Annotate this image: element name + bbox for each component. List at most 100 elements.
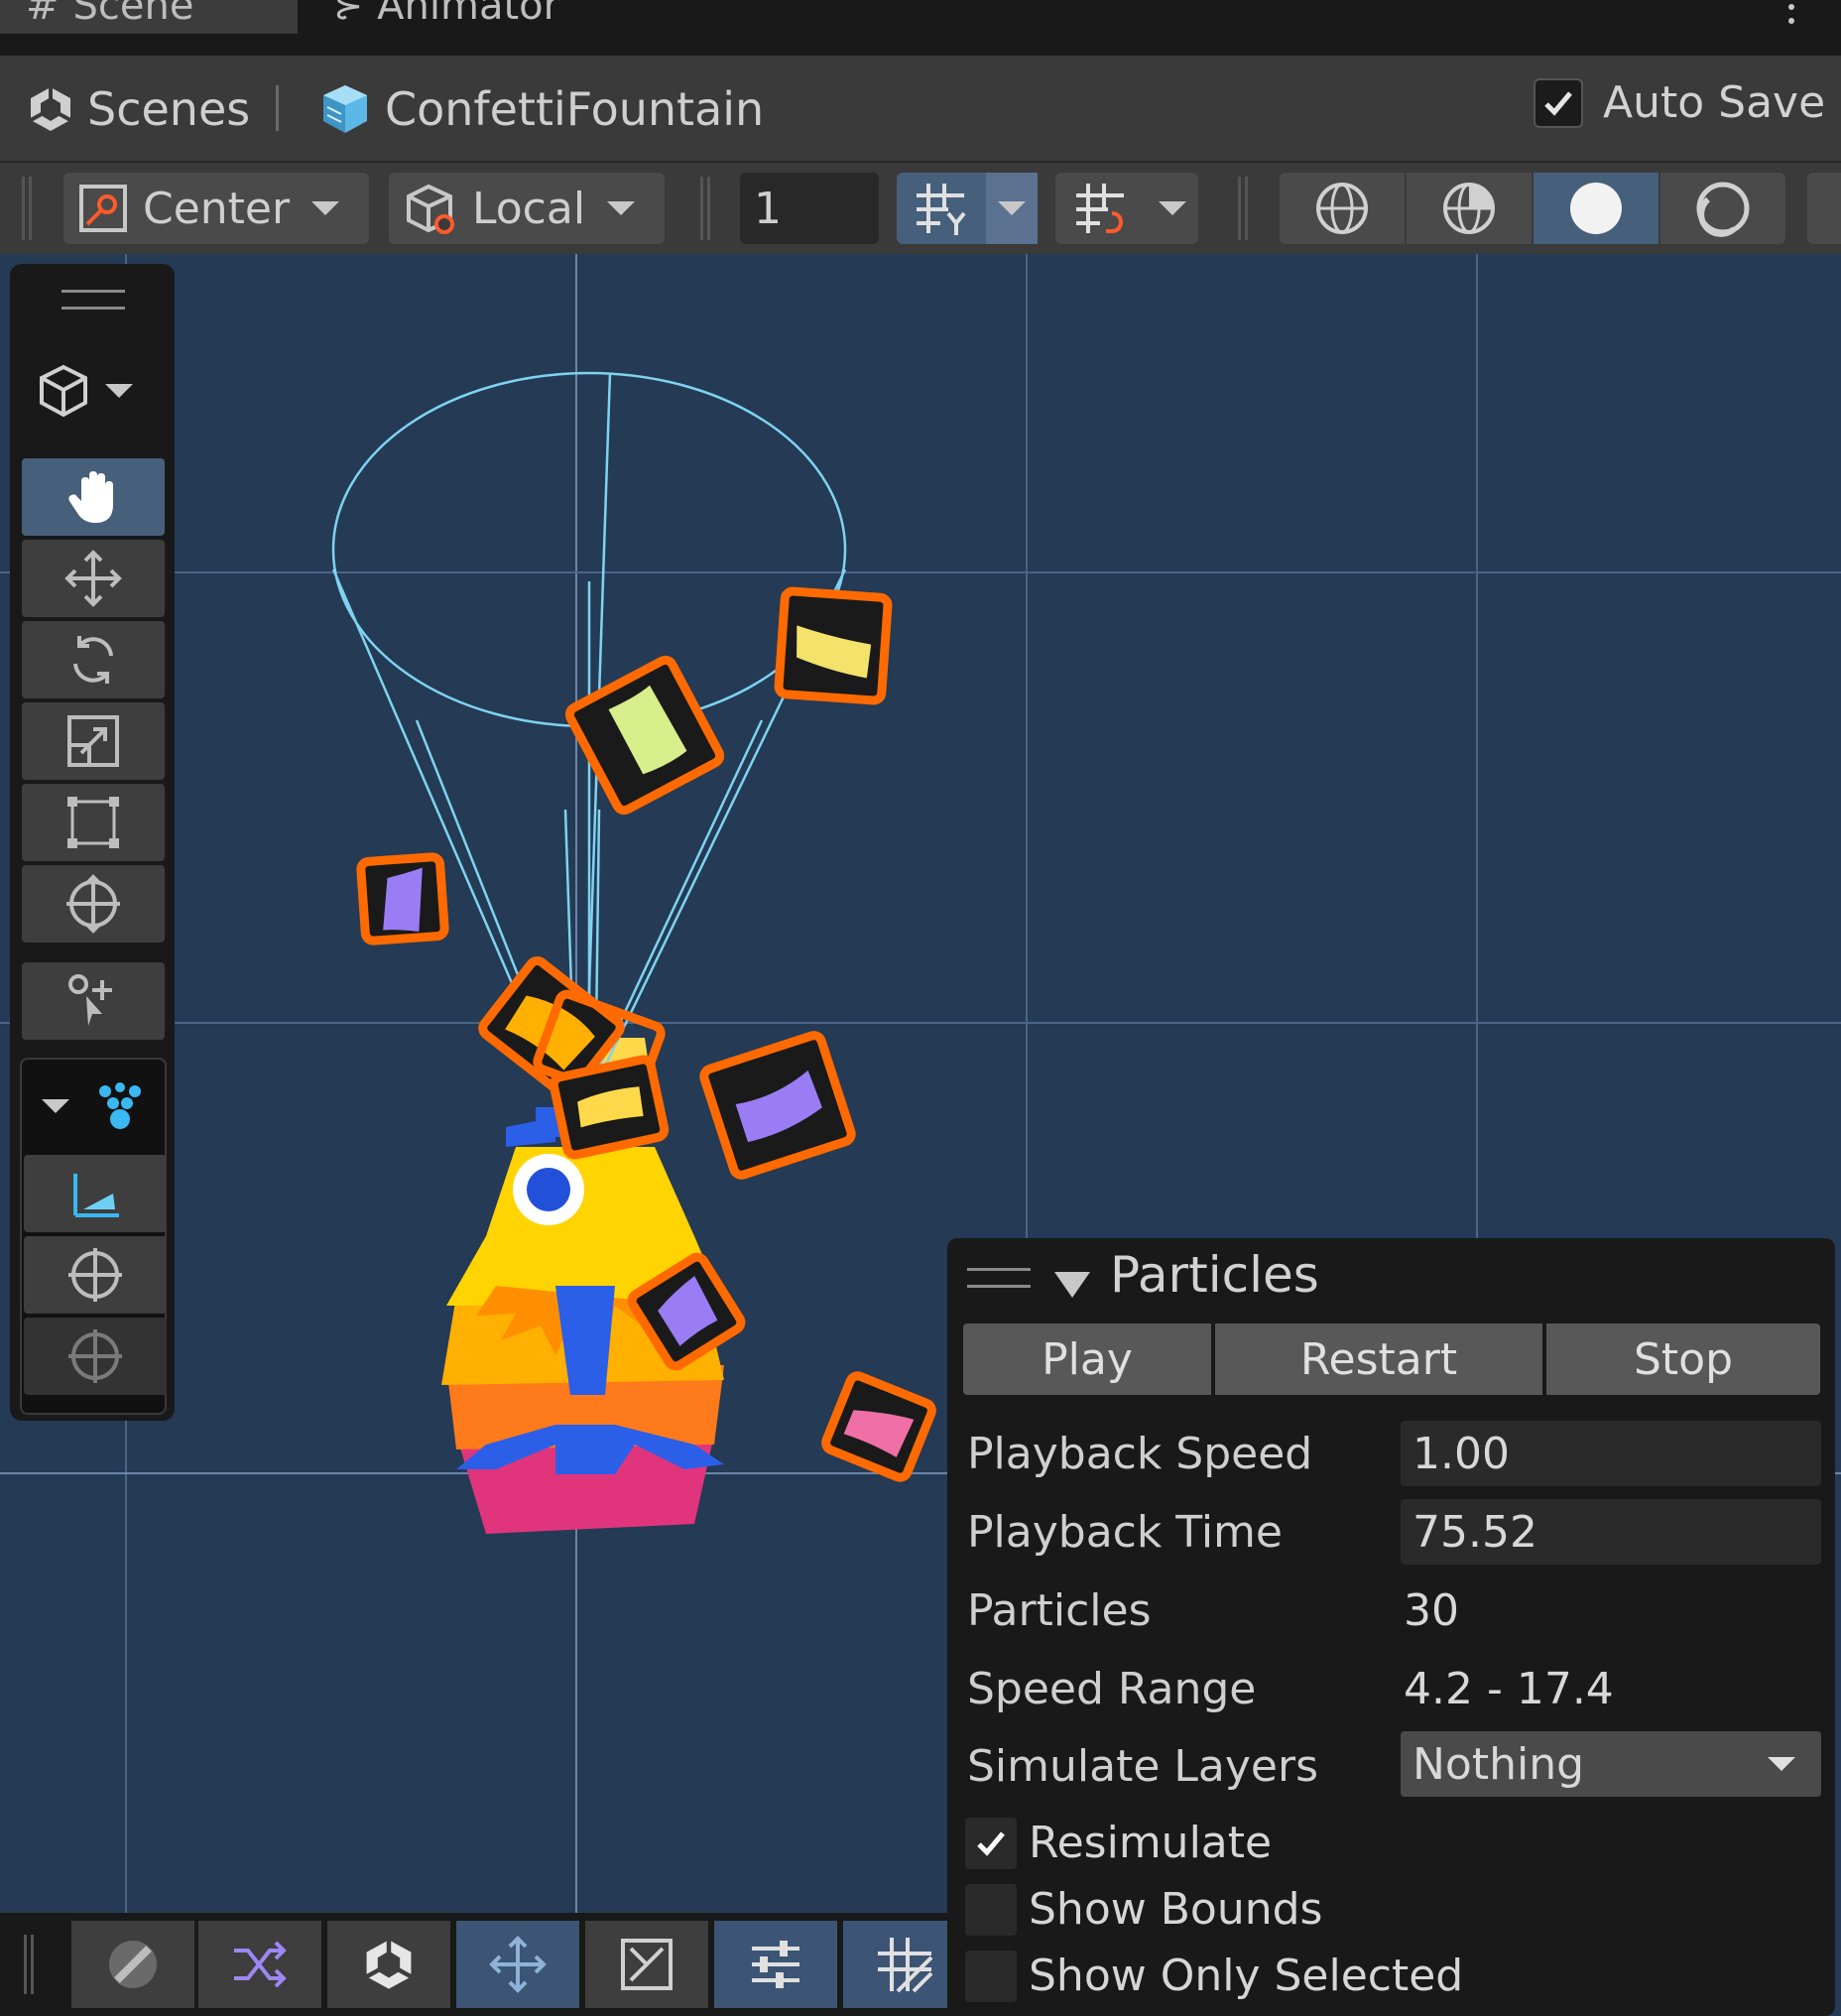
transform-icon bbox=[66, 874, 120, 934]
shuffle-button[interactable] bbox=[198, 1921, 321, 2008]
grid-icon bbox=[878, 1938, 933, 1993]
shading-unlit-button[interactable] bbox=[1660, 173, 1785, 244]
show-bounds-label: Show Bounds bbox=[1029, 1883, 1323, 1935]
grid-snap-icon bbox=[1055, 173, 1147, 244]
animator-icon: ⊱ bbox=[333, 0, 364, 27]
rect-tool-button[interactable] bbox=[22, 784, 165, 861]
stop-button-label: Stop bbox=[1633, 1333, 1734, 1385]
restart-button[interactable]: Restart bbox=[1215, 1323, 1542, 1395]
playback-time-label: Playback Time bbox=[967, 1506, 1283, 1558]
grid-snapping-button[interactable] bbox=[1055, 173, 1198, 244]
tab-animator-label: Animator bbox=[377, 0, 560, 29]
chevron-down-icon bbox=[607, 201, 636, 215]
grid-dropdown-toggle[interactable] bbox=[986, 173, 1038, 244]
shading-shaded-button[interactable] bbox=[1534, 173, 1658, 244]
tool-context-dropdown[interactable] bbox=[36, 363, 133, 419]
tab-animator[interactable]: ⊱ Animator bbox=[307, 0, 625, 34]
show-only-selected-label: Show Only Selected bbox=[1029, 1950, 1464, 2001]
speed-range-value: 4.2 - 17.4 bbox=[1404, 1663, 1614, 1714]
grid-size-field[interactable]: 1 bbox=[740, 173, 879, 244]
chevron-down-icon bbox=[42, 1099, 69, 1113]
move-arrows-icon bbox=[64, 550, 122, 607]
transform-icon bbox=[68, 1329, 122, 1383]
simulate-layers-dropdown[interactable]: Nothing bbox=[1401, 1731, 1821, 1797]
particle-tools-header[interactable] bbox=[22, 1060, 165, 1153]
custom-tool-button[interactable] bbox=[22, 962, 165, 1040]
space-dropdown[interactable]: Local bbox=[389, 173, 665, 244]
toolbar-grip[interactable] bbox=[24, 1935, 34, 1994]
snap-toggle-button[interactable] bbox=[585, 1921, 708, 2008]
grid-visibility-button[interactable] bbox=[897, 173, 1038, 244]
snap-icon bbox=[621, 1939, 673, 1990]
pivot-label: Center bbox=[143, 183, 291, 234]
grid-size-value: 1 bbox=[754, 183, 782, 234]
chevron-down-icon bbox=[105, 384, 133, 398]
move-handle-button[interactable] bbox=[456, 1921, 579, 2008]
breadcrumb-separator bbox=[276, 85, 279, 131]
resimulate-label: Resimulate bbox=[1029, 1817, 1273, 1868]
disabled-tool-button[interactable] bbox=[71, 1921, 194, 2008]
show-only-selected-checkbox[interactable] bbox=[965, 1951, 1017, 2002]
tools-overlay bbox=[10, 264, 175, 1421]
particles-count-value: 30 bbox=[1404, 1584, 1459, 1636]
particles-overlay-title: Particles bbox=[1110, 1246, 1319, 1304]
play-button[interactable]: Play bbox=[963, 1323, 1211, 1395]
rotate-tool-button[interactable] bbox=[22, 621, 165, 698]
play-button-label: Play bbox=[1042, 1333, 1133, 1385]
playback-speed-field[interactable]: 1.00 bbox=[1401, 1421, 1821, 1486]
stop-button[interactable]: Stop bbox=[1546, 1323, 1820, 1395]
particles-overlay-header[interactable]: Particles bbox=[947, 1238, 1835, 1323]
transform-tool-button[interactable] bbox=[22, 865, 165, 943]
move-arrows-icon bbox=[489, 1936, 547, 1993]
autosave-checkbox[interactable] bbox=[1534, 77, 1583, 128]
breadcrumb-scene[interactable]: ConfettiFountain bbox=[317, 56, 764, 163]
breadcrumb-scenes[interactable]: Scenes bbox=[26, 56, 250, 163]
transform-icon bbox=[68, 1248, 122, 1302]
space-label: Local bbox=[472, 183, 586, 234]
shaded-sphere-icon bbox=[1570, 183, 1622, 234]
speed-range-label: Speed Range bbox=[967, 1663, 1257, 1714]
local-space-icon bbox=[407, 184, 454, 234]
toolbar-grip[interactable] bbox=[1238, 177, 1248, 240]
hash-icon: # bbox=[26, 0, 60, 29]
pivot-center-icon bbox=[79, 185, 127, 232]
overlay-drag-handle[interactable] bbox=[967, 1268, 1031, 1288]
playback-time-field[interactable]: 75.52 bbox=[1401, 1499, 1821, 1565]
move-tool-button[interactable] bbox=[22, 540, 165, 617]
more-options-icon[interactable] bbox=[1781, 0, 1801, 56]
toolbar-grip[interactable] bbox=[22, 177, 32, 240]
autosave-label: Auto Save bbox=[1603, 77, 1826, 128]
shading-shaded-wireframe-button[interactable] bbox=[1407, 173, 1532, 244]
snap-dropdown-toggle[interactable] bbox=[1147, 173, 1198, 244]
grid-y-icon bbox=[897, 173, 986, 244]
tab-bar: # Scene ⊱ Animator bbox=[0, 0, 1841, 56]
particle-system-icon bbox=[99, 1082, 141, 1129]
shape-transform-disabled-button[interactable] bbox=[24, 1318, 167, 1395]
scale-icon bbox=[67, 715, 119, 767]
shape-edit-button[interactable] bbox=[24, 1155, 167, 1232]
view-tool-button[interactable] bbox=[22, 458, 165, 536]
unity-tool-button[interactable] bbox=[327, 1921, 450, 2008]
show-bounds-checkbox[interactable] bbox=[965, 1884, 1017, 1936]
scale-tool-button[interactable] bbox=[22, 702, 165, 780]
pivot-dropdown[interactable]: Center bbox=[63, 173, 369, 244]
wireframe-sphere-icon bbox=[1316, 183, 1368, 234]
overlay-drag-handle[interactable] bbox=[61, 290, 125, 310]
toolbar-grip[interactable] bbox=[700, 177, 710, 240]
tab-scene[interactable]: # Scene bbox=[0, 0, 298, 34]
playback-speed-label: Playback Speed bbox=[967, 1428, 1313, 1479]
breadcrumb-scene-label: ConfettiFountain bbox=[385, 82, 765, 136]
checkmark-icon bbox=[977, 1831, 1005, 1856]
autosave-toggle[interactable]: Auto Save bbox=[1534, 77, 1825, 128]
shape-transform-button[interactable] bbox=[24, 1236, 167, 1314]
sliders-icon bbox=[752, 1941, 799, 1988]
particles-count-label: Particles bbox=[967, 1584, 1152, 1636]
resimulate-checkbox[interactable] bbox=[965, 1818, 1017, 1869]
scene-cube-icon bbox=[323, 85, 367, 133]
settings-sliders-button[interactable] bbox=[714, 1921, 837, 2008]
chevron-down-icon bbox=[1159, 201, 1186, 215]
toolbar-overflow-button[interactable] bbox=[1807, 173, 1841, 244]
collapse-triangle-icon[interactable] bbox=[1054, 1272, 1090, 1298]
rect-transform-icon bbox=[67, 797, 119, 848]
shading-wireframe-button[interactable] bbox=[1280, 173, 1405, 244]
